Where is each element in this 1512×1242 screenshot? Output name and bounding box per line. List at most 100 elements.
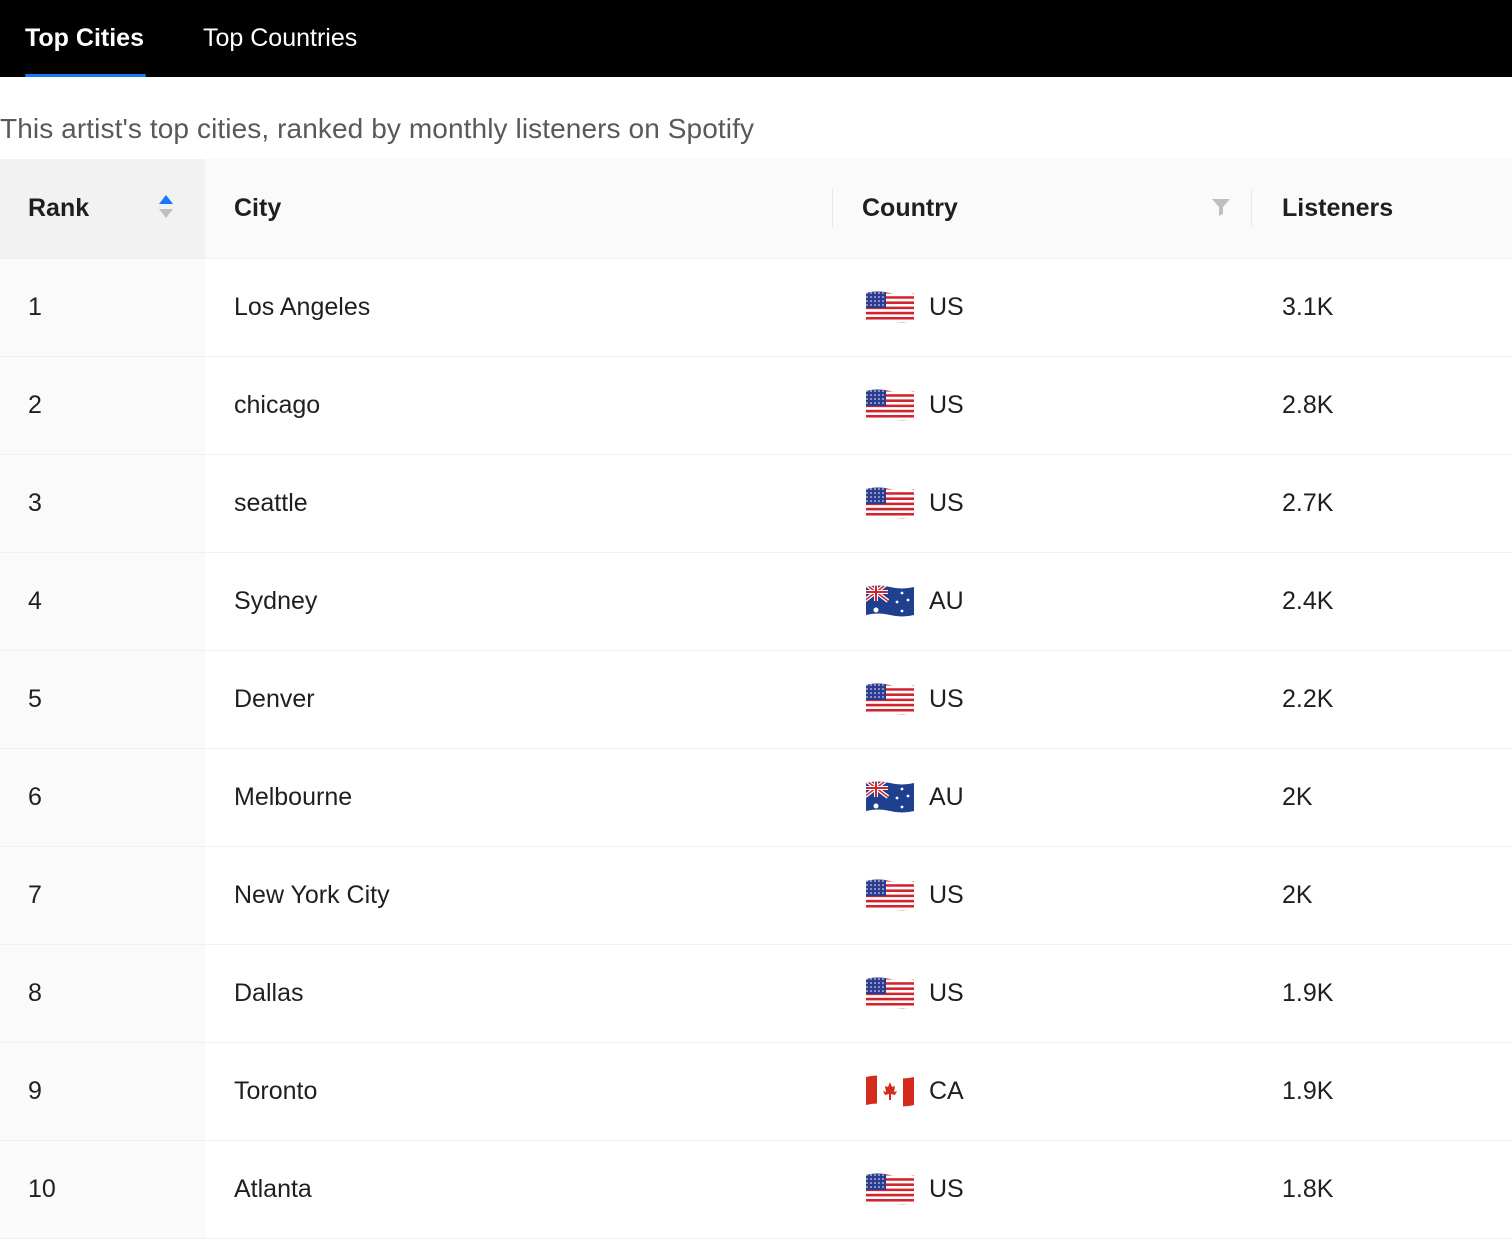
country-code: AU: [929, 586, 964, 615]
country-cell-content: US: [864, 1171, 1252, 1207]
column-header-country-label: Country: [862, 193, 958, 222]
listeners-cell: 2.8K: [1252, 356, 1512, 455]
country-cell: US: [833, 258, 1252, 357]
country-code: US: [929, 880, 964, 909]
filter-icon[interactable]: [1211, 197, 1231, 217]
country-code: AU: [929, 782, 964, 811]
table-row[interactable]: 8 Dallas US 1.9K: [0, 944, 1512, 1043]
listeners-cell: 3.1K: [1252, 258, 1512, 357]
rank-cell: 4: [0, 552, 205, 651]
city-cell: Sydney: [205, 552, 833, 651]
tab-top-cities[interactable]: Top Cities: [25, 0, 146, 77]
sort-icon[interactable]: [158, 195, 174, 221]
au-flag-icon: [864, 779, 916, 815]
table-row[interactable]: 7 New York City US 2K: [0, 846, 1512, 945]
city-cell: Los Angeles: [205, 258, 833, 357]
table-row[interactable]: 6 Melbourne AU 2K: [0, 748, 1512, 847]
country-cell-content: US: [864, 877, 1252, 913]
city-cell: Toronto: [205, 1042, 833, 1141]
rank-cell: 6: [0, 748, 205, 847]
country-cell: CA: [833, 1042, 1252, 1141]
listeners-cell: 2.7K: [1252, 454, 1512, 553]
city-cell: Denver: [205, 650, 833, 749]
city-cell: Atlanta: [205, 1140, 833, 1239]
us-flag-icon: [864, 1171, 916, 1207]
country-cell-content: CA: [864, 1073, 1252, 1109]
top-cities-table: Rank City Country Listeners 1 Los Angele…: [0, 159, 1512, 1242]
column-header-country: Country: [833, 159, 1252, 259]
table: Rank City Country Listeners 1 Los Angele…: [0, 159, 1512, 1239]
country-cell-content: US: [864, 289, 1252, 325]
column-header-city: City: [205, 159, 833, 259]
ca-flag-icon: [864, 1073, 916, 1109]
city-cell: seattle: [205, 454, 833, 553]
rank-cell: 8: [0, 944, 205, 1043]
country-code: US: [929, 978, 964, 1007]
table-body: 1 Los Angeles US 3.1K 2 chicago US 2.8K 3 seattle…: [0, 258, 1512, 1239]
active-tab-indicator: [25, 74, 146, 77]
country-cell-content: US: [864, 975, 1252, 1011]
country-code: CA: [929, 1076, 964, 1105]
country-cell-content: US: [864, 485, 1252, 521]
column-header-rank-label: Rank: [28, 193, 90, 222]
country-code: US: [929, 488, 964, 517]
us-flag-icon: [864, 289, 916, 325]
rank-cell: 9: [0, 1042, 205, 1141]
city-cell: Dallas: [205, 944, 833, 1043]
city-cell: chicago: [205, 356, 833, 455]
city-cell: Melbourne: [205, 748, 833, 847]
country-cell: US: [833, 650, 1252, 749]
table-row[interactable]: 4 Sydney AU 2.4K: [0, 552, 1512, 651]
us-flag-icon: [864, 975, 916, 1011]
listeners-cell: 1.9K: [1252, 944, 1512, 1043]
country-cell: US: [833, 944, 1252, 1043]
listeners-cell: 2.4K: [1252, 552, 1512, 651]
country-cell-content: US: [864, 387, 1252, 423]
tab-top-countries-label: Top Countries: [203, 24, 358, 52]
rank-cell: 3: [0, 454, 205, 553]
tab-top-cities-label: Top Cities: [25, 24, 144, 52]
table-row[interactable]: 9 Toronto CA 1.9K: [0, 1042, 1512, 1141]
rank-cell: 2: [0, 356, 205, 455]
country-cell: AU: [833, 552, 1252, 651]
rank-cell: 5: [0, 650, 205, 749]
listeners-cell: 1.9K: [1252, 1042, 1512, 1141]
country-cell: AU: [833, 748, 1252, 847]
table-header: Rank City Country Listeners: [0, 159, 1512, 259]
table-description: This artist's top cities, ranked by mont…: [0, 113, 755, 144]
listeners-cell: 2K: [1252, 748, 1512, 847]
country-cell: US: [833, 846, 1252, 945]
tab-top-countries[interactable]: Top Countries: [203, 0, 373, 77]
city-cell: New York City: [205, 846, 833, 945]
country-code: US: [929, 292, 964, 321]
country-code: US: [929, 390, 964, 419]
column-header-rank[interactable]: Rank: [0, 159, 205, 259]
country-cell: US: [833, 356, 1252, 455]
sort-descending-icon: [159, 209, 173, 218]
country-cell: US: [833, 454, 1252, 553]
header-row: Rank City Country Listeners: [0, 159, 1512, 259]
us-flag-icon: [864, 485, 916, 521]
country-cell-content: AU: [864, 583, 1252, 619]
listeners-cell: 1.8K: [1252, 1140, 1512, 1239]
table-row[interactable]: 5 Denver US 2.2K: [0, 650, 1512, 749]
table-row[interactable]: 3 seattle US 2.7K: [0, 454, 1512, 553]
country-cell-content: AU: [864, 779, 1252, 815]
country-code: US: [929, 1174, 964, 1203]
column-header-listeners: Listeners: [1252, 159, 1512, 259]
sort-ascending-icon: [159, 195, 173, 204]
rank-cell: 1: [0, 258, 205, 357]
country-cell: US: [833, 1140, 1252, 1239]
table-row[interactable]: 1 Los Angeles US 3.1K: [0, 258, 1512, 357]
tab-bar: Top Cities Top Countries: [0, 0, 1512, 77]
listeners-cell: 2K: [1252, 846, 1512, 945]
us-flag-icon: [864, 681, 916, 717]
us-flag-icon: [864, 877, 916, 913]
au-flag-icon: [864, 583, 916, 619]
table-row[interactable]: 10 Atlanta US 1.8K: [0, 1140, 1512, 1239]
column-header-listeners-label: Listeners: [1282, 193, 1394, 222]
us-flag-icon: [864, 387, 916, 423]
table-row[interactable]: 2 chicago US 2.8K: [0, 356, 1512, 455]
country-code: US: [929, 684, 964, 713]
rank-cell: 10: [0, 1140, 205, 1239]
